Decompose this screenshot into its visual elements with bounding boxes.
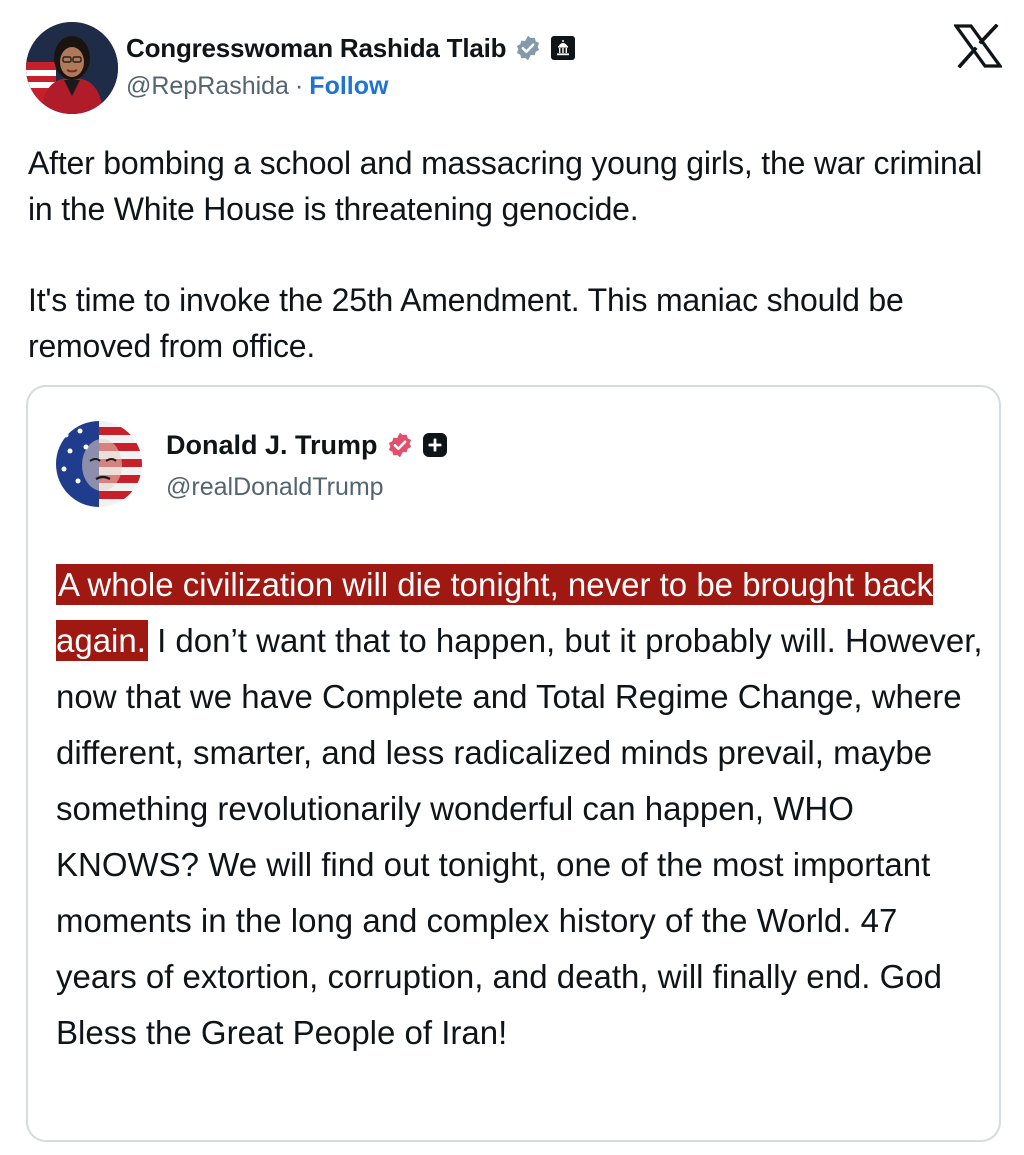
- author-handle[interactable]: @RepRashida: [126, 72, 289, 101]
- author-name-row: Congresswoman Rashida Tlaib: [126, 30, 576, 66]
- quoted-post-text: A whole civilization will die tonight, n…: [56, 557, 986, 1061]
- quoted-post-card[interactable]: Donald J. Trump @realDonaldTrump A whole…: [26, 385, 1001, 1142]
- handle-separator: ·: [294, 72, 304, 100]
- verified-badge-icon: [386, 431, 414, 459]
- quoted-author-handle[interactable]: @realDonaldTrump: [166, 473, 384, 502]
- follow-button[interactable]: Follow: [309, 72, 388, 101]
- author-handle-row: @RepRashida · Follow: [126, 72, 388, 101]
- quoted-author-name-row: Donald J. Trump: [166, 427, 448, 463]
- quoted-author-avatar[interactable]: [56, 421, 142, 507]
- quoted-body-text: I don’t want that to happen, but it prob…: [56, 622, 983, 1051]
- author-display-name[interactable]: Congresswoman Rashida Tlaib: [126, 33, 507, 64]
- author-avatar[interactable]: [26, 22, 118, 114]
- post-text: After bombing a school and massacring yo…: [28, 140, 988, 369]
- plus-badge-icon: [422, 432, 448, 458]
- tweet-card: Congresswoman Rashida Tlaib @RepRashida …: [0, 0, 1024, 1155]
- quoted-author-display-name[interactable]: Donald J. Trump: [166, 430, 378, 461]
- post-paragraph: It's time to invoke the 25th Amendment. …: [28, 282, 904, 364]
- capitol-icon: [550, 35, 576, 61]
- post-paragraph: After bombing a school and massacring yo…: [28, 145, 983, 227]
- x-logo-icon[interactable]: [952, 23, 1004, 69]
- verified-badge-icon: [514, 34, 542, 62]
